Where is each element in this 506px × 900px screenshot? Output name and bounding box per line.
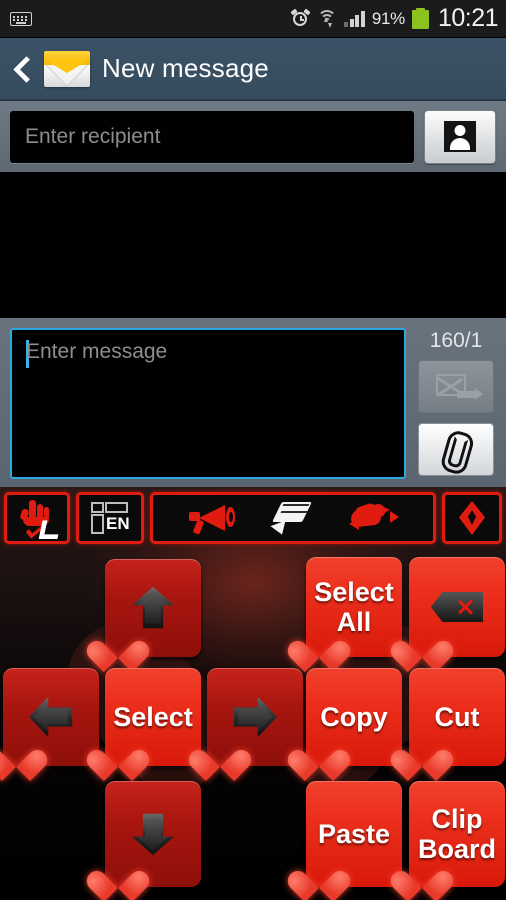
heart-badge <box>299 628 339 666</box>
key-label: Copy <box>320 702 388 732</box>
heart-badge <box>402 628 442 666</box>
backspace-icon <box>431 592 483 622</box>
battery-icon <box>411 8 429 29</box>
heart-badge <box>299 737 339 775</box>
attach-button[interactable] <box>418 423 494 476</box>
key-copy[interactable]: Copy <box>306 668 402 766</box>
keyboard-icon <box>10 11 32 26</box>
heart-badge <box>299 858 339 896</box>
key-paste[interactable]: Paste <box>306 781 402 887</box>
battery-percent: 91% <box>371 8 405 28</box>
status-bar: 91% 10:21 <box>0 0 506 38</box>
heart-badge <box>402 858 442 896</box>
arrow-up-icon <box>127 584 179 632</box>
recipient-input[interactable]: Enter recipient <box>10 110 414 163</box>
send-icon <box>436 373 483 400</box>
contacts-icon <box>444 121 476 152</box>
keyboard-keys: Select All Select Copy Cut Paste Clip Bo… <box>0 549 506 900</box>
recipient-placeholder: Enter recipient <box>25 124 161 148</box>
send-button[interactable] <box>418 360 494 413</box>
heart-badge <box>98 858 138 896</box>
diamond-arrow-button[interactable] <box>442 492 502 544</box>
action-bar: New message <box>0 38 506 100</box>
layout-language-label: EN <box>106 514 130 533</box>
arrow-left-icon <box>25 693 77 741</box>
message-composer: Enter message 160/1 <box>0 316 506 487</box>
megaphone-icon[interactable] <box>187 501 235 535</box>
alarm-icon <box>290 8 311 28</box>
message-input[interactable]: Enter message <box>10 328 406 479</box>
message-placeholder: Enter message <box>26 340 168 363</box>
arrow-right-icon <box>229 693 281 741</box>
page-title: New message <box>102 53 269 83</box>
bird-icon[interactable] <box>349 501 399 534</box>
heart-badge <box>98 737 138 775</box>
key-select[interactable]: Select <box>105 668 201 766</box>
keyboard-toolbar: EN <box>0 487 506 549</box>
conversation-area <box>0 172 506 316</box>
status-bar-right: 91% 10:21 <box>290 4 499 33</box>
back-icon[interactable] <box>12 54 32 84</box>
key-label: Paste <box>317 819 391 849</box>
keyboard-layout-icon: EN <box>90 500 130 536</box>
status-bar-left <box>10 11 291 26</box>
keyboard-layout-button[interactable]: EN <box>76 492 144 544</box>
key-arrow-up[interactable] <box>105 559 201 657</box>
keyboard: EN Select All Select Copy Cut Paste Clip… <box>0 487 506 900</box>
phone-screen: 91% 10:21 New message Enter recipient En… <box>0 0 506 900</box>
heart-badge <box>98 628 138 666</box>
key-label: Clip Board <box>417 804 496 864</box>
key-label: Select <box>113 702 193 732</box>
status-clock: 10:21 <box>437 4 499 32</box>
composer-actions: 160/1 <box>416 328 496 477</box>
key-clipboard[interactable]: Clip Board <box>409 781 505 887</box>
key-backspace[interactable] <box>409 557 505 657</box>
keyboard-shortcut-panel <box>150 492 436 544</box>
paperclip-icon <box>438 428 473 472</box>
key-arrow-down[interactable] <box>105 781 201 887</box>
heart-badge <box>402 737 442 775</box>
recipient-bar: Enter recipient <box>0 100 506 172</box>
envelope-icon <box>44 50 90 87</box>
pen-icon[interactable] <box>270 500 313 538</box>
diamond-arrow-icon <box>459 501 485 535</box>
signal-icon <box>344 10 365 27</box>
key-cut[interactable]: Cut <box>409 668 505 766</box>
heart-badge <box>200 737 240 775</box>
arrow-down-icon <box>127 810 179 858</box>
wifi-icon <box>317 9 337 28</box>
key-select-all[interactable]: Select All <box>306 557 402 657</box>
key-label: Cut <box>434 702 480 732</box>
key-arrow-left[interactable] <box>3 668 99 766</box>
key-arrow-right[interactable] <box>207 668 303 766</box>
char-counter: 160/1 <box>429 329 483 352</box>
heart-badge <box>0 737 36 775</box>
contacts-button[interactable] <box>424 109 496 164</box>
hand-swipe-button[interactable] <box>4 492 70 544</box>
hand-swipe-icon <box>19 500 54 539</box>
